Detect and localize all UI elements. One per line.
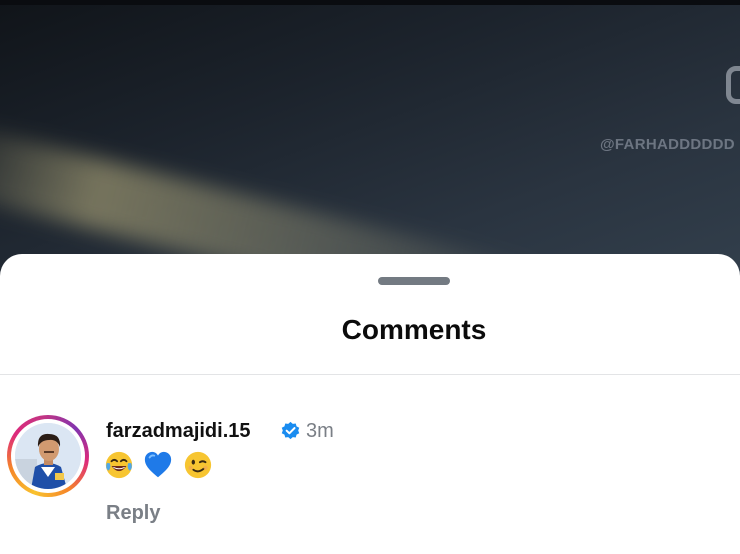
avatar <box>15 423 81 489</box>
sheet-title: Comments <box>341 314 487 345</box>
header-divider <box>0 374 740 375</box>
video-top-edge <box>0 0 740 5</box>
reply-button[interactable]: Reply <box>106 502 160 525</box>
avatar-photo-icon <box>15 423 81 489</box>
winking-face-icon <box>184 451 212 479</box>
comment-username[interactable]: farzadmajidi.15 <box>106 420 251 443</box>
verified-badge-icon <box>281 421 300 440</box>
comments-sheet: Comments farzadmajidi.15 3m Reply <box>0 254 740 554</box>
video-background: @FARHADDDDDD <box>0 0 740 290</box>
instagram-icon <box>726 66 740 104</box>
face-with-tears-of-joy-icon <box>105 451 133 479</box>
comment-timestamp: 3m <box>306 420 334 442</box>
sheet-drag-handle[interactable] <box>378 277 450 285</box>
blue-heart-icon <box>145 451 172 478</box>
comment-text <box>104 450 218 484</box>
video-watermark: @FARHADDDDDD <box>600 136 735 153</box>
avatar-story-ring[interactable] <box>7 415 89 497</box>
